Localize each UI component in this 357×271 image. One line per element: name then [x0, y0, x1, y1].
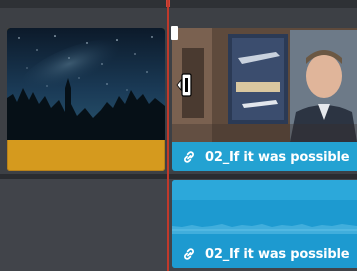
clip-name: 02_If it was possible	[205, 246, 350, 262]
edit-point-marker[interactable]	[171, 26, 178, 40]
playhead[interactable]	[167, 0, 169, 271]
video-clip-left[interactable]	[7, 28, 165, 171]
clip-thumbnail-night-sky	[7, 28, 165, 140]
link-icon	[184, 151, 194, 163]
audio-clip[interactable]: 02_If it was possible	[172, 180, 357, 268]
link-icon	[184, 248, 194, 260]
video-clip-right[interactable]: 02_If it was possible	[172, 28, 357, 171]
timeline: 02_If it was possible 02_If it was possi…	[0, 0, 357, 271]
timeline-ruler[interactable]	[0, 0, 357, 8]
clip-label: 02_If it was possible	[172, 242, 357, 266]
trim-cursor-icon	[176, 73, 192, 97]
clip-thumbnail-interview	[172, 28, 357, 142]
clip-label: 02_If it was possible	[172, 145, 357, 169]
clip-name: 02_If it was possible	[205, 149, 350, 165]
